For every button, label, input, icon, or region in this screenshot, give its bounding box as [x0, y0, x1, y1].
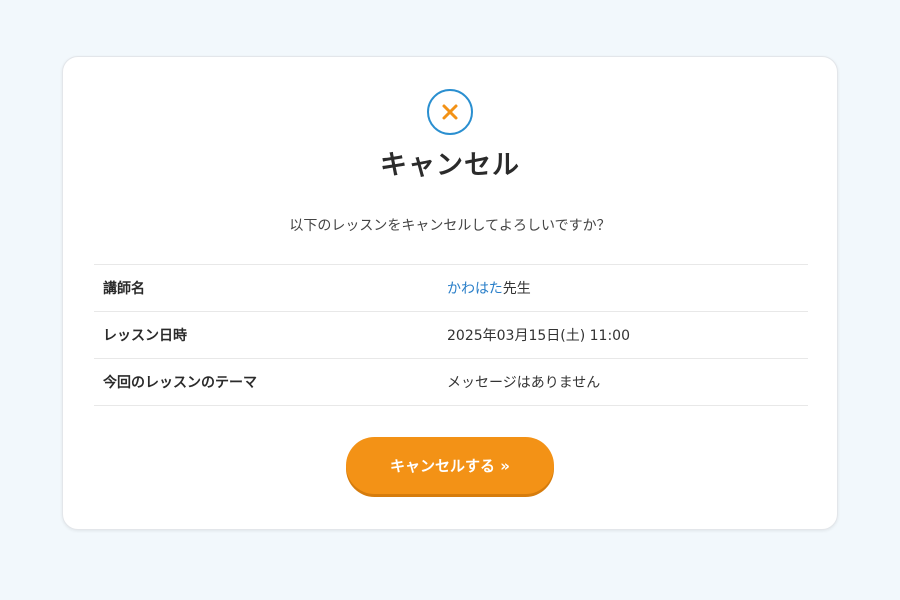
table-row-theme: 今回のレッスンのテーマ メッセージはありません	[94, 359, 808, 406]
confirm-message: 以下のレッスンをキャンセルしてよろしいですか？	[289, 218, 611, 234]
teacher-name-link[interactable]: かわはた	[447, 281, 503, 297]
table-row-datetime: レッスン日時 2025年03月15日(土) 11:00	[94, 312, 808, 359]
theme-label: 今回のレッスンのテーマ	[103, 375, 257, 391]
cancel-lesson-button[interactable]: キャンセルする »	[346, 437, 554, 494]
teacher-value: かわはた先生	[447, 278, 531, 298]
teacher-label: 講師名	[103, 281, 145, 297]
cancel-dialog-card: キャンセル 以下のレッスンをキャンセルしてよろしいですか？ 講師名 かわはた先生…	[62, 56, 838, 530]
teacher-suffix: 先生	[502, 281, 531, 297]
table-row-teacher: 講師名 かわはた先生	[94, 265, 808, 312]
dialog-title: キャンセル	[380, 150, 520, 181]
theme-value: メッセージはありません	[447, 375, 601, 391]
close-icon	[427, 89, 473, 135]
lesson-details-table: 講師名 かわはた先生 レッスン日時 2025年03月15日(土) 11:00 今…	[94, 264, 808, 406]
datetime-value: 2025年03月15日(土) 11:00	[447, 328, 630, 344]
datetime-label: レッスン日時	[103, 328, 187, 344]
